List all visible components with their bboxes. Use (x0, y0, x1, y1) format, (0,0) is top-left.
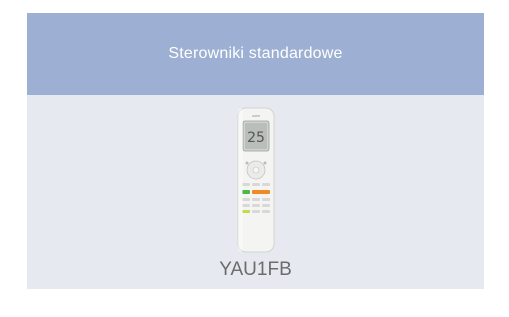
card-header: Sterowniki standardowe (27, 13, 484, 95)
svg-text:GREE: GREE (251, 114, 259, 118)
product-card[interactable]: Sterowniki standardowe GREE 25 YAU1FB (27, 13, 484, 289)
remote-control-image: GREE 25 (237, 107, 274, 253)
product-image[interactable]: GREE 25 (27, 107, 484, 253)
svg-text:25: 25 (247, 130, 265, 146)
card-title: Sterowniki standardowe (168, 45, 343, 62)
product-name[interactable]: YAU1FB (27, 259, 484, 281)
